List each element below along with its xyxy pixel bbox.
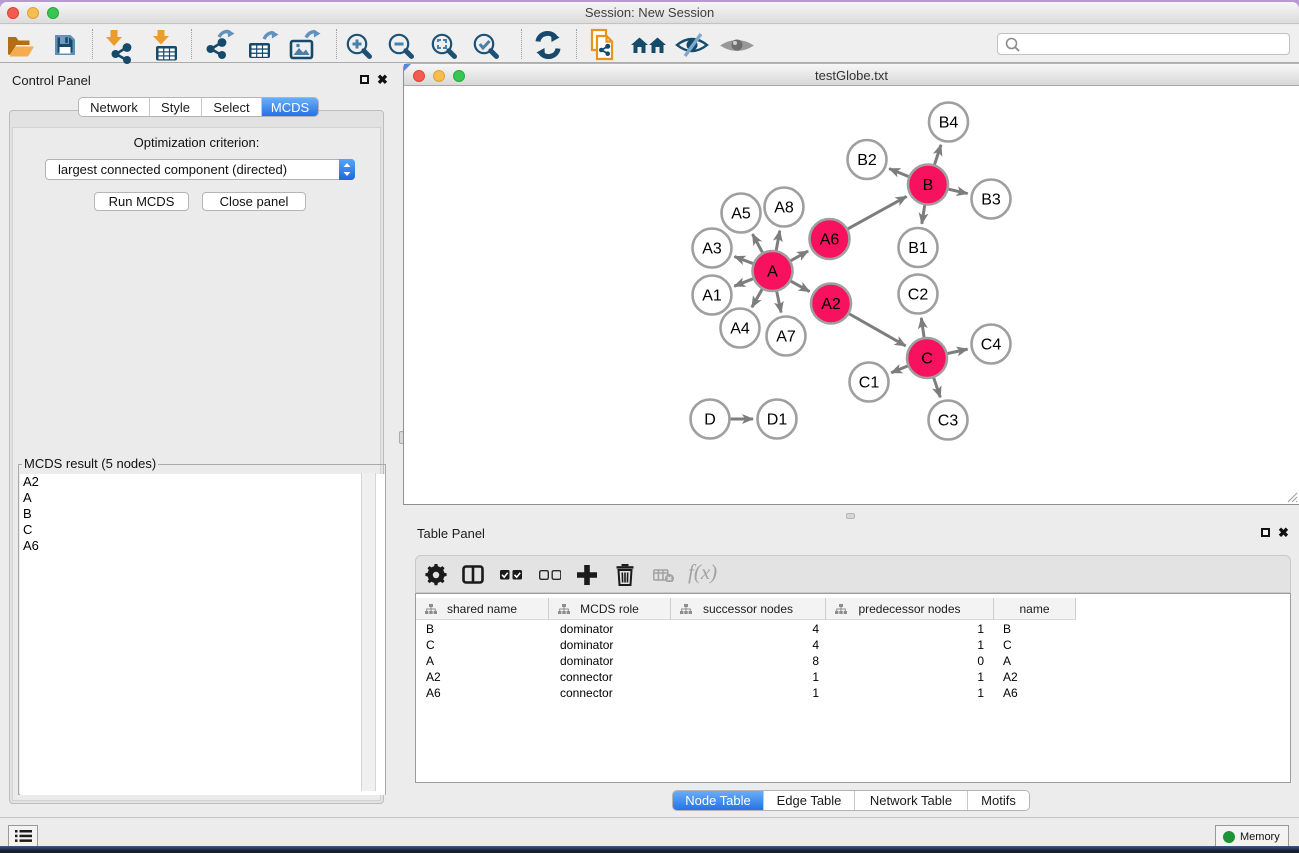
svg-text:C1: C1 (859, 375, 880, 392)
svg-text:C: C (921, 351, 933, 368)
svg-text:B4: B4 (939, 115, 959, 132)
svg-text:A1: A1 (702, 288, 722, 305)
svg-text:D: D (704, 412, 716, 429)
svg-text:B2: B2 (857, 152, 877, 169)
svg-text:A6: A6 (820, 232, 840, 249)
svg-text:A: A (767, 264, 778, 281)
svg-text:C4: C4 (981, 337, 1002, 354)
svg-text:A5: A5 (731, 206, 751, 223)
svg-text:A2: A2 (821, 296, 841, 313)
svg-text:B1: B1 (908, 240, 928, 257)
svg-text:C3: C3 (938, 413, 959, 430)
svg-text:A8: A8 (774, 200, 794, 217)
svg-text:A7: A7 (776, 329, 796, 346)
svg-text:A4: A4 (730, 321, 750, 338)
svg-text:D1: D1 (767, 412, 788, 429)
svg-text:B3: B3 (981, 192, 1001, 209)
svg-text:A3: A3 (702, 241, 722, 258)
svg-text:C2: C2 (908, 287, 929, 304)
svg-text:B: B (923, 177, 934, 194)
